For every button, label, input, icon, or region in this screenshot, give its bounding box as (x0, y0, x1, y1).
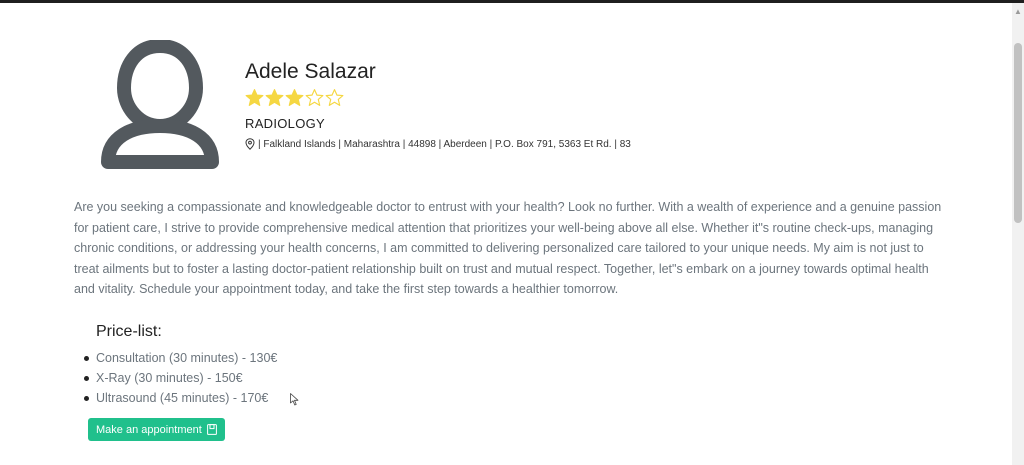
doctor-address: | Falkland Islands | Maharashtra | 44898… (245, 138, 631, 150)
doctor-specialty: RADIOLOGY (245, 116, 325, 131)
price-list: Consultation (30 minutes) - 130€ X-Ray (… (83, 348, 277, 408)
price-item-ultrasound: Ultrasound (45 minutes) - 170€ (83, 388, 277, 408)
user-avatar-icon (101, 40, 219, 169)
star-empty-icon (305, 89, 324, 106)
make-appointment-button[interactable]: Make an appointment (88, 418, 225, 441)
page-scrollbar[interactable]: ▲ (1012, 3, 1024, 465)
address-text: | Falkland Islands | Maharashtra | 44898… (258, 138, 631, 150)
map-pin-icon (245, 138, 255, 150)
mouse-cursor-icon (290, 393, 299, 406)
make-appointment-label: Make an appointment (96, 423, 202, 436)
price-item-consultation: Consultation (30 minutes) - 130€ (83, 348, 277, 368)
star-filled-icon (265, 89, 284, 106)
price-item-xray: X-Ray (30 minutes) - 150€ (83, 368, 277, 388)
calendar-icon (206, 424, 217, 435)
star-empty-icon (325, 89, 344, 106)
price-list-title: Price-list: (96, 323, 162, 340)
star-filled-icon (285, 89, 304, 106)
browser-top-border (0, 0, 1024, 3)
scrollbar-thumb[interactable] (1014, 43, 1022, 223)
star-filled-icon (245, 89, 264, 106)
doctor-name: Adele Salazar (245, 60, 376, 83)
scroll-up-arrow-icon[interactable]: ▲ (1014, 8, 1022, 16)
doctor-bio: Are you seeking a compassionate and know… (74, 200, 942, 296)
rating-stars (245, 88, 344, 107)
